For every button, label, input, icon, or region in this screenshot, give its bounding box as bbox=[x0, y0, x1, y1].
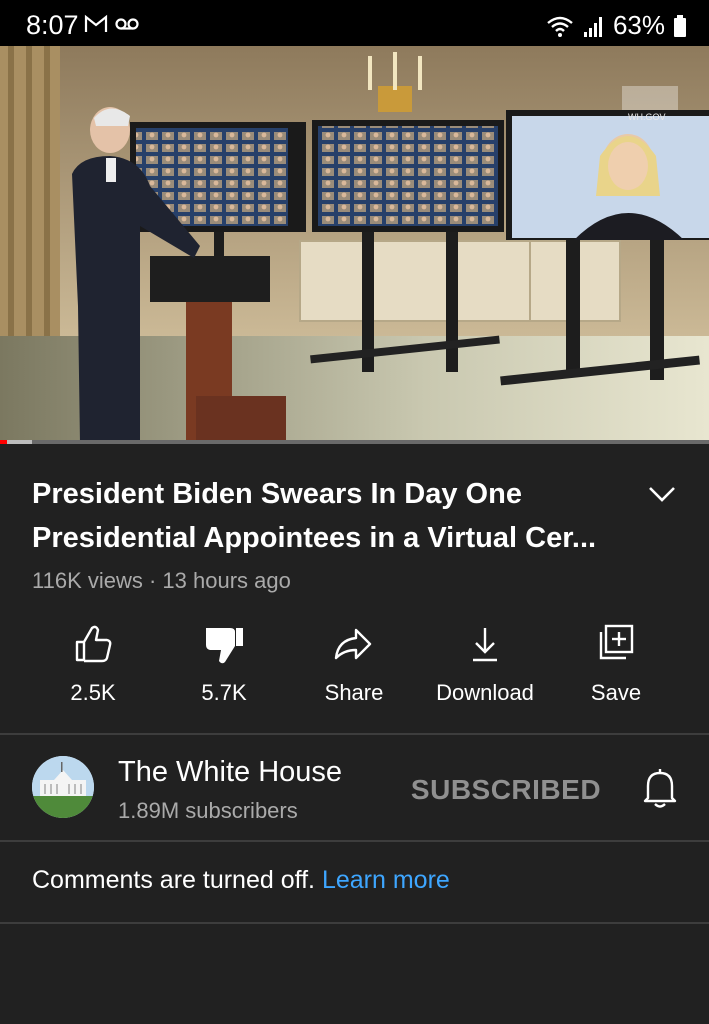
white-house-logo bbox=[32, 756, 94, 818]
add-to-playlist-icon bbox=[599, 624, 634, 660]
action-bar: 2.5K 5.7K Share Download Save bbox=[28, 622, 682, 712]
comments-notice: Comments are turned off. Learn more bbox=[32, 866, 450, 895]
video-frame bbox=[0, 46, 709, 444]
channel-name[interactable]: The White House bbox=[118, 756, 342, 789]
battery-percentage: 63% bbox=[612, 10, 665, 40]
chevron-down-icon[interactable] bbox=[646, 478, 678, 510]
share-icon bbox=[334, 628, 372, 660]
dislike-button[interactable]: 5.7K bbox=[159, 622, 289, 712]
video-meta: 116K views · 13 hours ago bbox=[32, 568, 291, 593]
status-bar: 8:07 63% bbox=[0, 0, 709, 46]
learn-more-link[interactable]: Learn more bbox=[322, 866, 450, 894]
save-button[interactable]: Save bbox=[551, 622, 681, 712]
signal-icon bbox=[583, 16, 602, 37]
buffered-bar bbox=[7, 440, 32, 444]
dislike-count: 5.7K bbox=[201, 680, 247, 705]
download-button[interactable]: Download bbox=[420, 622, 550, 712]
like-count: 2.5K bbox=[70, 680, 116, 705]
comments-off-text: Comments are turned off. bbox=[32, 866, 316, 894]
subscriber-count: 1.89M subscribers bbox=[118, 798, 298, 823]
subscribed-button[interactable]: SUBSCRIBED bbox=[400, 768, 612, 812]
played-bar bbox=[0, 440, 8, 444]
wh-gov-watermark: WH.GOV bbox=[628, 112, 666, 122]
like-button[interactable]: 2.5K bbox=[28, 622, 158, 712]
voicemail-icon bbox=[115, 18, 139, 30]
video-progress-bar[interactable] bbox=[0, 440, 709, 444]
channel-avatar[interactable] bbox=[32, 756, 94, 818]
save-label: Save bbox=[590, 680, 642, 705]
thumbs-down-icon bbox=[206, 628, 243, 664]
thumbs-up-icon bbox=[75, 625, 112, 663]
status-time: 8:07 bbox=[26, 10, 79, 40]
gmail-icon bbox=[84, 14, 108, 32]
wifi-icon bbox=[547, 16, 573, 37]
download-icon bbox=[473, 628, 497, 662]
share-label: Share bbox=[324, 680, 384, 705]
battery-icon bbox=[674, 14, 686, 37]
share-button[interactable]: Share bbox=[289, 622, 419, 712]
download-label: Download bbox=[436, 680, 534, 705]
status-right: 63% bbox=[545, 10, 687, 41]
divider bbox=[0, 840, 709, 842]
divider bbox=[0, 922, 709, 924]
video-player[interactable]: WH.GOV bbox=[0, 46, 709, 444]
bell-icon[interactable] bbox=[640, 766, 680, 810]
notification-icons bbox=[84, 14, 140, 34]
video-title[interactable]: President Biden Swears In Day One Presid… bbox=[32, 472, 632, 560]
divider bbox=[0, 733, 709, 735]
